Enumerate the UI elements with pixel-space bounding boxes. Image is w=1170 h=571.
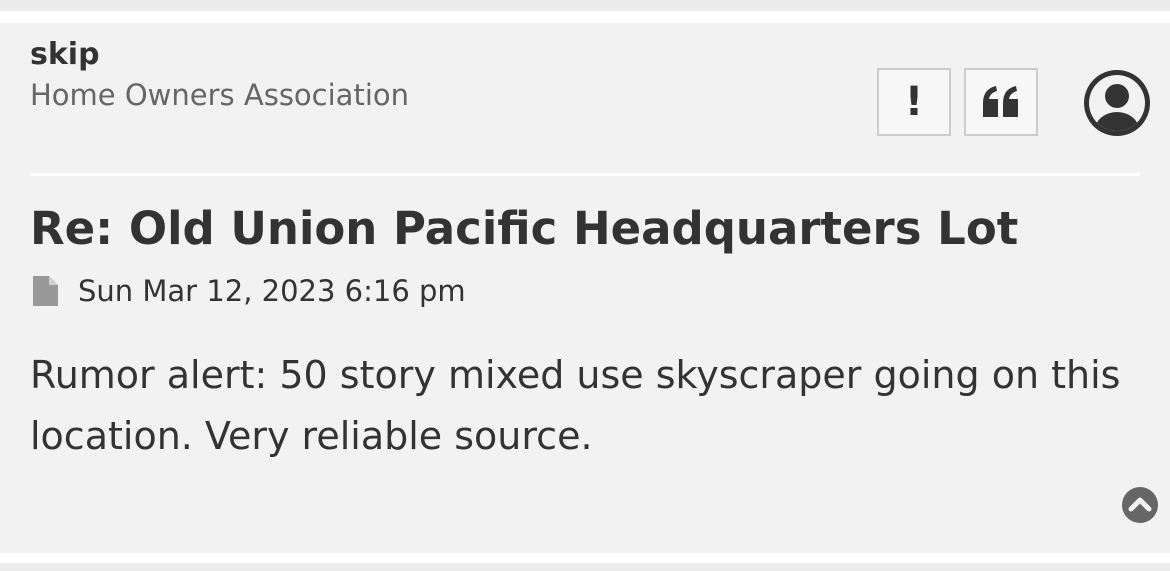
forum-post: skip Home Owners Association ! Re: Old U… xyxy=(0,23,1170,553)
post-title[interactable]: Re: Old Union Pacific Headquarters Lot xyxy=(30,201,1018,257)
chevron-up-circle-icon[interactable] xyxy=(1122,487,1158,523)
user-avatar-icon[interactable] xyxy=(1082,68,1152,138)
post-meta: Sun Mar 12, 2023 6:16 pm xyxy=(30,271,466,311)
author-name[interactable]: skip xyxy=(30,37,100,73)
previous-post-edge xyxy=(0,0,1170,11)
post-date: Sun Mar 12, 2023 6:16 pm xyxy=(78,274,466,308)
quote-button[interactable] xyxy=(964,68,1038,136)
report-button[interactable]: ! xyxy=(877,68,951,136)
file-icon[interactable] xyxy=(30,274,61,308)
post-divider xyxy=(30,173,1140,176)
next-post-edge xyxy=(0,563,1170,571)
exclamation-icon: ! xyxy=(904,79,924,125)
quote-icon xyxy=(983,86,1018,117)
post-content: Rumor alert: 50 story mixed use skyscrap… xyxy=(30,353,1121,458)
author-rank: Home Owners Association xyxy=(30,78,409,112)
